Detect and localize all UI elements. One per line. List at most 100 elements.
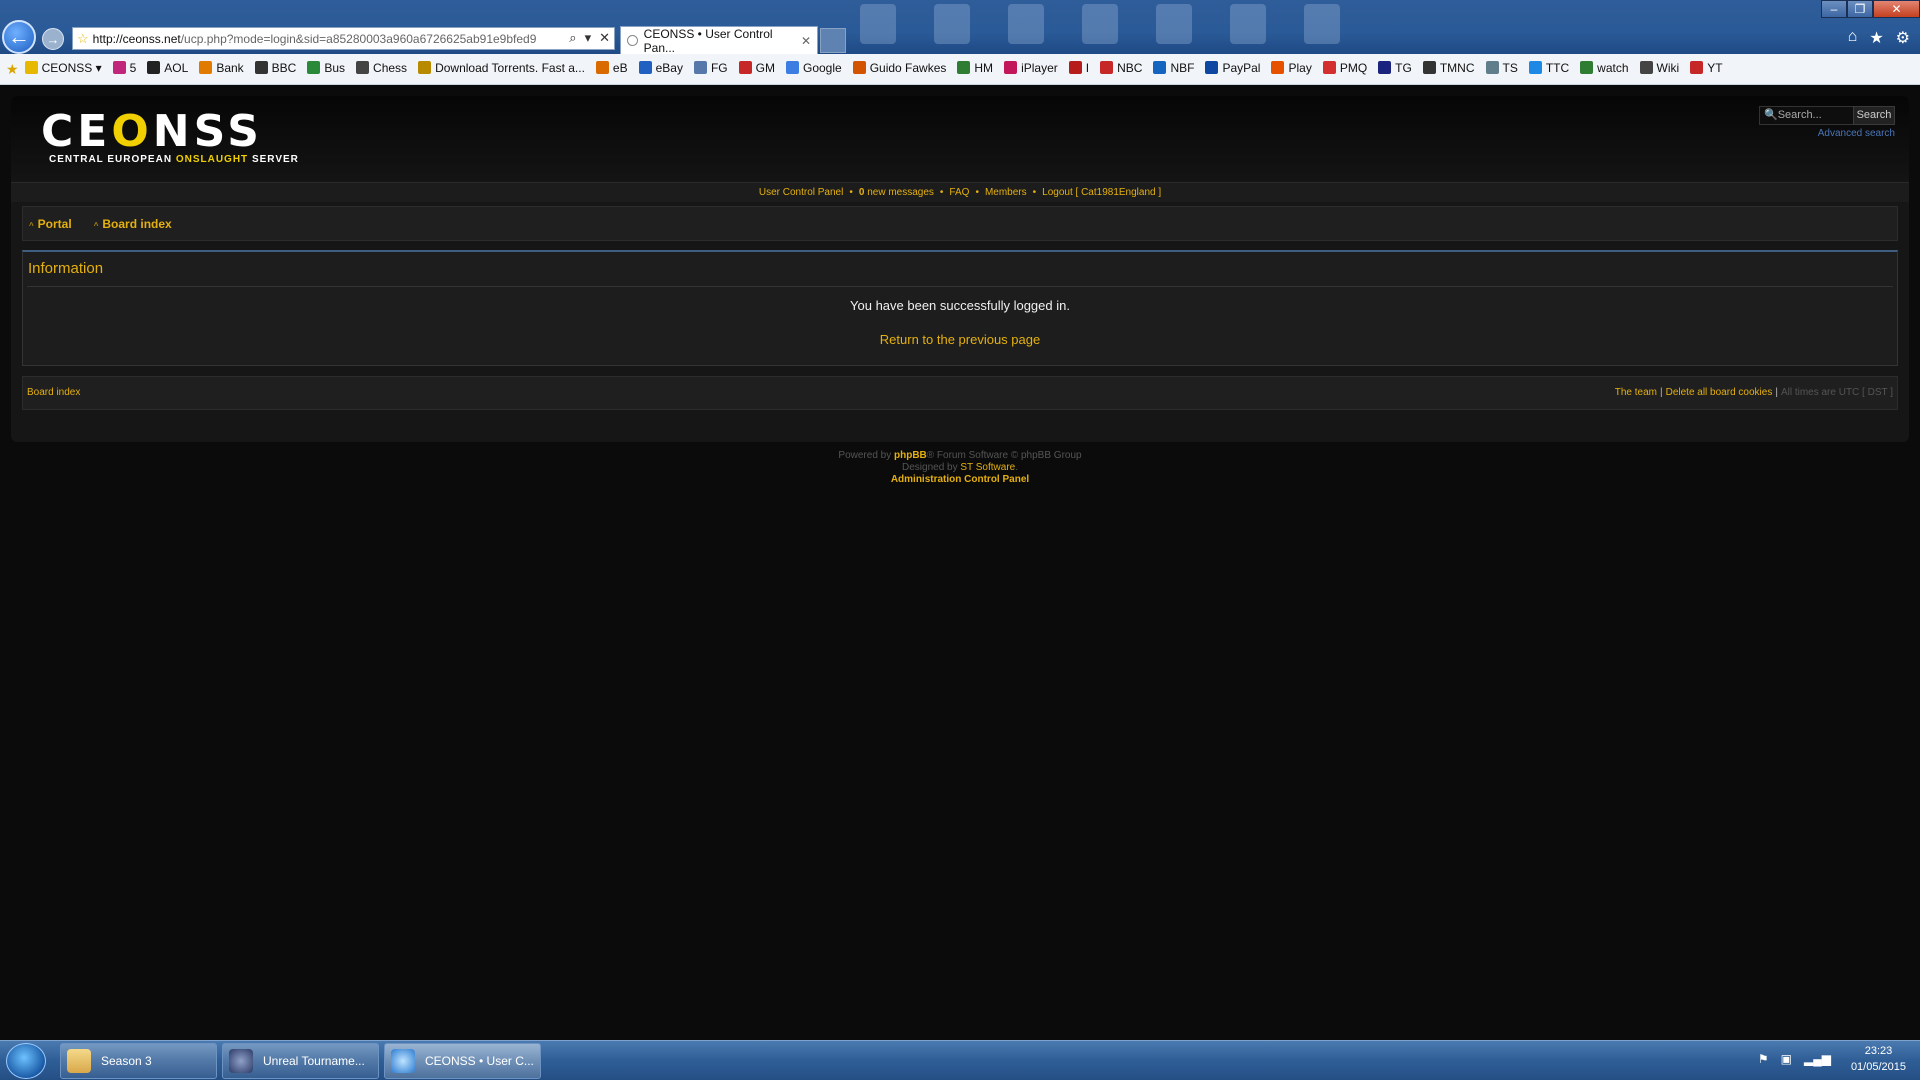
advanced-search-link[interactable]: Advanced search: [1818, 128, 1895, 139]
back-arrow-icon: ←: [8, 24, 30, 49]
search-button[interactable]: Search: [1853, 106, 1895, 125]
phpbb-link[interactable]: phpBB: [894, 450, 927, 461]
favorite-link[interactable]: Play: [1271, 61, 1312, 75]
favorite-link[interactable]: iPlayer: [1004, 61, 1058, 75]
favorite-star-icon[interactable]: ☆: [77, 31, 89, 47]
logo-text: CEONSS: [41, 106, 263, 157]
favorite-link[interactable]: HM: [957, 61, 993, 75]
favorite-site-icon: [1639, 61, 1653, 75]
maximize-button[interactable]: ❐: [1847, 0, 1873, 18]
favorites-icon[interactable]: ★: [1869, 28, 1883, 48]
taskbar-item-unreal[interactable]: Unreal Tourname...: [222, 1043, 379, 1079]
new-tab-button[interactable]: [820, 28, 846, 53]
favorite-link[interactable]: TG: [1378, 61, 1412, 75]
favorite-link[interactable]: FG: [693, 60, 728, 75]
breadcrumb-board-index[interactable]: ^ Board index: [94, 217, 172, 231]
favorite-label: Bank: [216, 60, 244, 75]
faq-link[interactable]: FAQ: [949, 187, 969, 198]
return-previous-page-link[interactable]: Return to the previous page: [880, 332, 1040, 347]
favorite-link[interactable]: AOL: [147, 61, 188, 75]
favorite-link[interactable]: NBF: [1153, 61, 1194, 75]
forum-software-text: ® Forum Software © phpBB Group: [926, 450, 1082, 461]
taskbar-item-browser[interactable]: CEONSS • User C...: [384, 1043, 541, 1079]
members-link[interactable]: Members: [985, 187, 1027, 198]
clock[interactable]: 23:23 01/05/2015: [1851, 1043, 1906, 1075]
favorite-link[interactable]: TS: [1485, 61, 1518, 75]
favorites-list: CEONSS ▾ 5 AOL Bank BBC Bus Chess Download Torr…: [24, 60, 1734, 78]
tab-ceonss[interactable]: CEONSS • User Control Pan... ✕: [620, 26, 818, 55]
device-icon[interactable]: ▣: [1781, 1052, 1792, 1066]
favorite-link[interactable]: watch: [1580, 61, 1629, 75]
home-icon[interactable]: ⌂: [1848, 28, 1858, 48]
search-input[interactable]: 🔍Search...: [1759, 106, 1855, 125]
network-signal-icon[interactable]: ▂▄▆: [1804, 1052, 1831, 1066]
favorite-label: FG: [710, 60, 728, 75]
favorite-link[interactable]: PayPal: [1205, 61, 1260, 75]
forward-arrow-icon: →: [46, 31, 60, 47]
information-panel: Information You have been successfully l…: [22, 250, 1898, 366]
new-messages-link[interactable]: new messages: [864, 187, 934, 198]
user-navbar: User Control Panel • 0 new messages • FAQ • Me…: [11, 182, 1909, 202]
breadcrumb: ^ Portal ^ Board index: [22, 206, 1898, 241]
favorite-link[interactable]: I: [1068, 60, 1090, 75]
favorite-link[interactable]: eB: [595, 60, 628, 75]
action-center-flag-icon[interactable]: ⚑: [1758, 1052, 1769, 1066]
favorite-link[interactable]: Wiki: [1639, 61, 1679, 75]
favorite-site-icon: [1580, 61, 1594, 75]
login-success-message: You have been successfully logged in.: [850, 298, 1070, 313]
favorite-link[interactable]: BBC: [254, 61, 296, 75]
divider: [27, 286, 1893, 287]
delete-cookies-link[interactable]: Delete all board cookies: [1666, 387, 1773, 398]
footer-board-index-link[interactable]: Board index: [27, 377, 80, 409]
chevron-icon: ^: [29, 220, 34, 230]
favorite-link[interactable]: TTC: [1528, 61, 1569, 75]
minimize-button[interactable]: –: [1821, 0, 1847, 18]
close-tab-icon[interactable]: ✕: [801, 34, 811, 48]
dropdown-icon[interactable]: ▾: [585, 30, 592, 46]
back-button[interactable]: ←: [2, 20, 36, 54]
favorite-link[interactable]: Chess: [356, 61, 407, 75]
favorite-link[interactable]: NBC: [1100, 61, 1142, 75]
breadcrumb-portal[interactable]: ^ Portal: [29, 217, 72, 231]
acp-link[interactable]: Administration Control Panel: [891, 474, 1029, 485]
favorite-link[interactable]: Bank: [199, 60, 244, 75]
stop-icon[interactable]: ✕: [599, 30, 610, 46]
ucp-link[interactable]: User Control Panel: [759, 187, 843, 198]
search-icon[interactable]: ⌕: [569, 30, 576, 46]
site-logo[interactable]: CEONSS CENTRAL EUROPEAN ONSLAUGHT SERVER: [41, 110, 299, 166]
the-team-link[interactable]: The team: [1615, 387, 1657, 398]
favorite-label: TMNC: [1439, 60, 1475, 75]
favorite-site-icon: [957, 61, 971, 75]
favorite-link[interactable]: eBay: [638, 61, 683, 75]
favorite-link[interactable]: YT: [1690, 61, 1723, 75]
taskbar-item-season3[interactable]: Season 3: [60, 1043, 217, 1079]
browser-toolbar-icons: ⌂ ★ ⚙: [1848, 28, 1910, 48]
page: CEONSS CENTRAL EUROPEAN ONSLAUGHT SERVER…: [0, 86, 1920, 1040]
favorite-link[interactable]: CEONSS ▾: [24, 61, 102, 75]
forward-button[interactable]: →: [42, 28, 64, 50]
favorite-link[interactable]: PMQ: [1322, 61, 1367, 75]
clock-time: 23:23: [1864, 1045, 1893, 1057]
address-bar[interactable]: ☆ http://ceonss.net/ucp.php?mode=login&s…: [72, 27, 615, 50]
taskbar-label: Season 3: [101, 1054, 152, 1068]
favorite-link[interactable]: Bus: [307, 61, 345, 75]
favorite-label: eB: [612, 60, 628, 75]
favorite-link[interactable]: Guido Fawkes: [852, 61, 946, 75]
favorite-link[interactable]: TMNC: [1422, 60, 1475, 75]
close-window-button[interactable]: ✕: [1873, 0, 1920, 18]
favorite-site-icon: [24, 61, 38, 75]
start-button[interactable]: [6, 1043, 46, 1079]
favorite-label: I: [1085, 60, 1090, 75]
favorite-link[interactable]: GM: [738, 61, 775, 75]
settings-gear-icon[interactable]: ⚙: [1896, 28, 1910, 48]
favorite-label: Download Torrents. Fast a...: [435, 60, 585, 75]
favorite-link[interactable]: 5: [112, 61, 136, 75]
favorite-link[interactable]: Google: [785, 61, 842, 75]
favorite-site-icon: [693, 61, 707, 75]
search-icon: 🔍: [1764, 109, 1778, 121]
favorites-star-icon[interactable]: ★: [6, 61, 19, 78]
search-placeholder: Search...: [1777, 109, 1822, 121]
st-software-link[interactable]: ST Software: [960, 462, 1015, 473]
logout-link[interactable]: Logout [ Cat1981England ]: [1042, 187, 1161, 198]
favorite-link[interactable]: Download Torrents. Fast a...: [418, 61, 585, 75]
